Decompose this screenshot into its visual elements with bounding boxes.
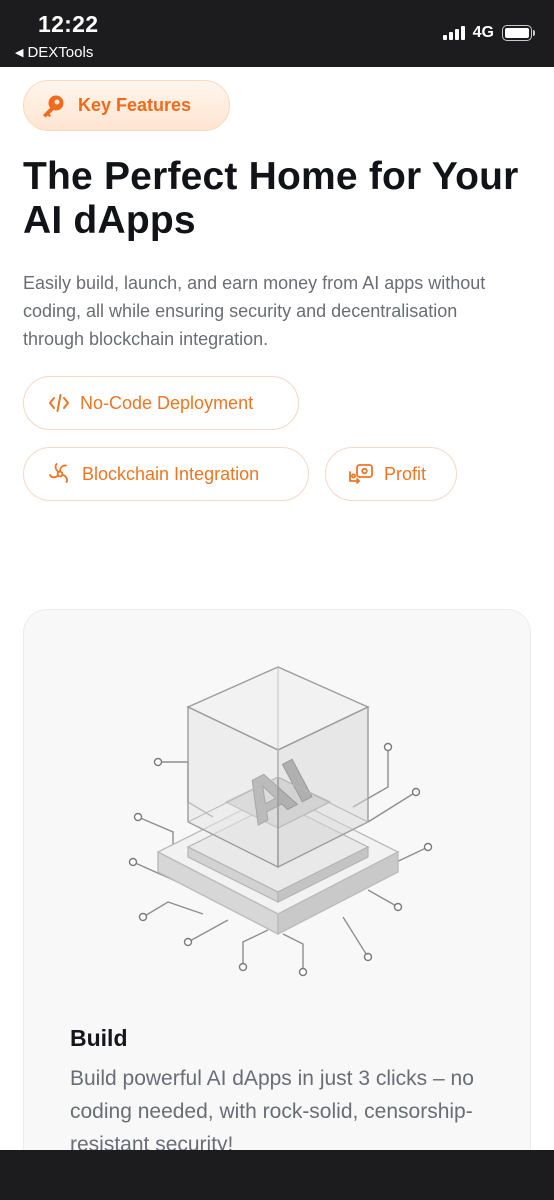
feature-pill-label: Profit: [384, 463, 427, 484]
status-indicators: 4G: [442, 24, 535, 42]
status-time: 12:22: [38, 11, 99, 37]
ai-cube-illustration: AI: [128, 666, 433, 977]
build-feature-card: AI Build Build powerful AI dApps in just…: [23, 609, 531, 1150]
code-icon: [49, 394, 69, 412]
page-content: Key Features The Perfect Home for Your A…: [0, 67, 554, 1150]
card-title: Build: [70, 1025, 128, 1051]
key-features-badge: Key Features: [23, 80, 230, 131]
feature-pill-label: No-Code Deployment: [80, 392, 254, 413]
hero-description: Easily build, launch, and earn money fro…: [23, 273, 486, 349]
network-type: 4G: [472, 24, 494, 41]
battery-icon: [502, 25, 535, 41]
feature-pill-blockchain-integration[interactable]: Blockchain Integration: [23, 447, 309, 501]
signal-bars-icon: [442, 26, 465, 40]
back-to-app-link[interactable]: ◀ DEXTools: [15, 44, 93, 61]
browser-bottom-bar: [0, 1150, 554, 1200]
feature-pill-profit[interactable]: Profit: [325, 447, 457, 501]
key-icon: [43, 95, 64, 117]
page-title: The Perfect Home for Your AI dApps: [23, 155, 519, 242]
profit-exchange-icon: [349, 464, 373, 484]
back-app-label: DEXTools: [27, 44, 94, 61]
status-bar: 12:22 ◀ DEXTools 4G: [0, 0, 554, 67]
back-arrow-icon: ◀: [15, 47, 24, 59]
feature-pill-label: Blockchain Integration: [82, 463, 260, 484]
card-description: Build powerful AI dApps in just 3 clicks…: [70, 1067, 474, 1150]
badge-label: Key Features: [78, 95, 192, 115]
blockchain-swirl-icon: [49, 463, 68, 483]
feature-pill-no-code-deployment[interactable]: No-Code Deployment: [23, 376, 299, 430]
